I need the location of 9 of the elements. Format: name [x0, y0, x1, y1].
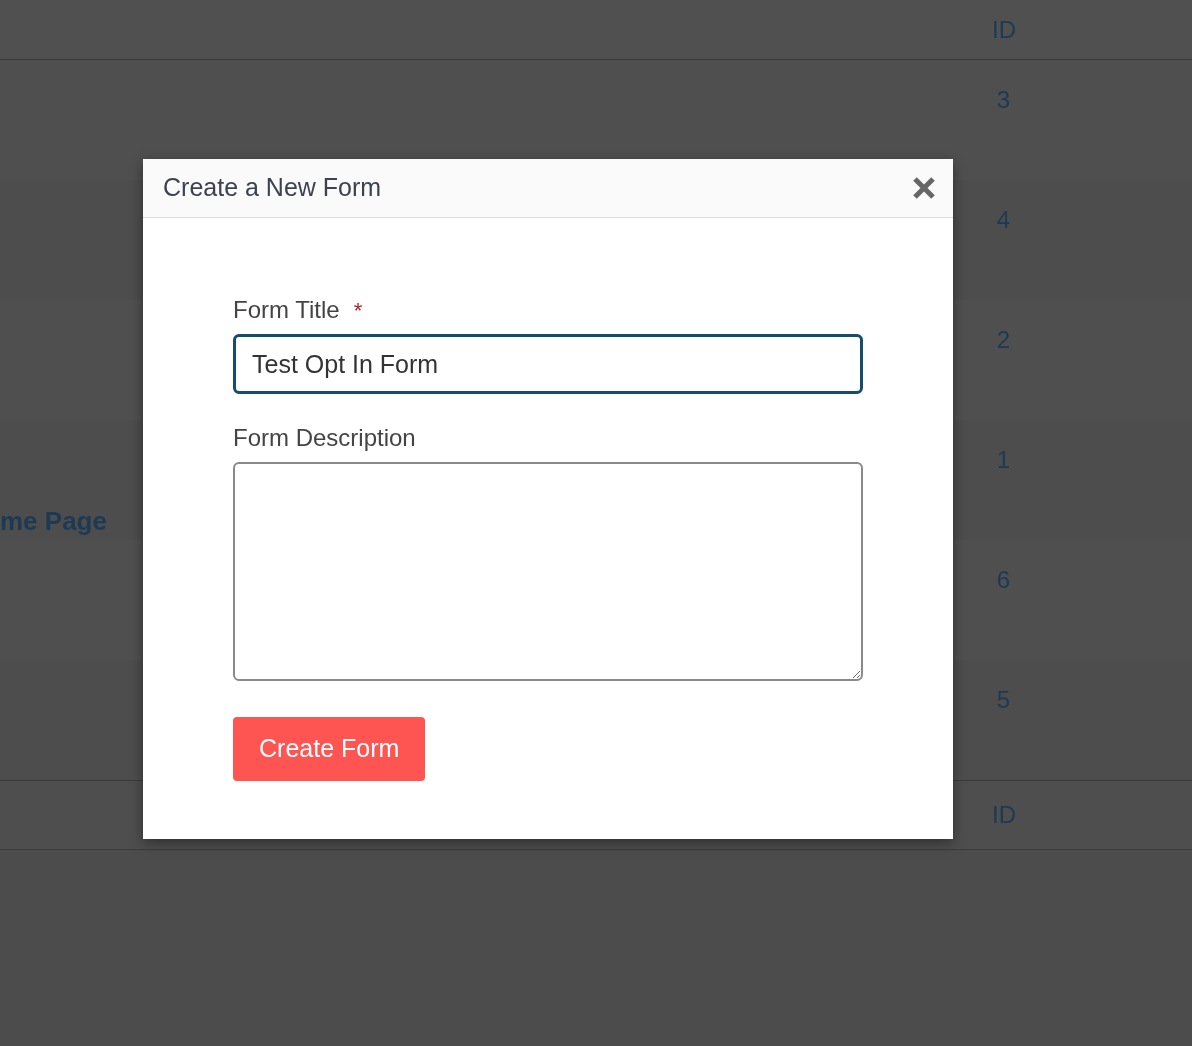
textarea-field[interactable]: [233, 462, 863, 681]
modal-title: Create a New Form: [163, 172, 382, 204]
field-label: Form Description: [233, 423, 416, 453]
required-mark: *: [353, 296, 363, 325]
close-button[interactable]: [911, 175, 937, 201]
close-icon: [912, 176, 936, 200]
field-label: Form Title: [233, 295, 340, 325]
input-field[interactable]: Test Opt In Form: [233, 334, 863, 394]
create-form-button[interactable]: Create Form: [233, 717, 426, 781]
